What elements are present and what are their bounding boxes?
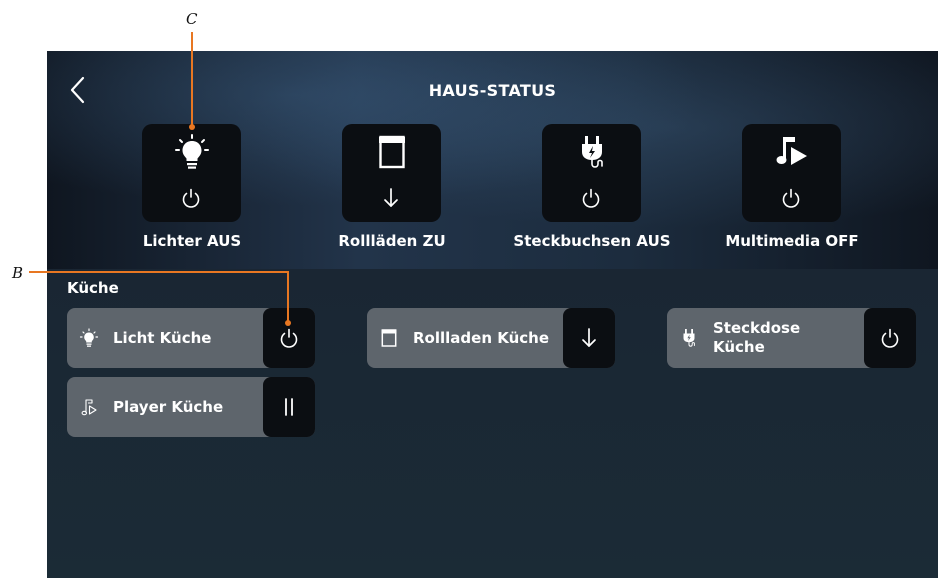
light-kitchen-power-button[interactable] [263,308,315,368]
shutter-icon [379,135,405,169]
multimedia-off-label: Multimedia OFF [725,232,859,250]
room-title: Küche [67,279,119,297]
touchscreen: HAUS-STATUS Lichter AUS Rollläden ZU Ste… [47,51,938,578]
shutters-down-label: Rollläden ZU [338,232,446,250]
power-icon [782,188,800,208]
power-icon [182,188,200,208]
shutter-kitchen-down-button[interactable] [563,308,615,368]
pause-icon [285,398,293,416]
callout-label-b: B [12,264,24,282]
plug-icon [683,329,695,347]
page-title: HAUS-STATUS [428,81,557,100]
lights-off-label: Lichter AUS [142,232,242,250]
music-play-icon [776,137,807,165]
music-note-icon [81,399,97,416]
light-kitchen-card[interactable]: Licht Küche [67,308,315,368]
socket-kitchen-card[interactable]: Steckdose Küche [667,308,916,368]
callout-label-c: C [186,10,198,28]
socket-kitchen-power-button[interactable] [864,308,916,368]
player-kitchen-label: Player Küche [113,398,224,416]
sockets-off-tile[interactable] [542,124,641,222]
arrow-down-icon [582,328,596,347]
shutter-kitchen-label: Rollladen Küche [413,329,549,347]
lightbulb-icon [175,134,209,169]
power-icon [582,188,600,208]
power-icon [881,328,899,348]
socket-kitchen-label-line2: Küche [713,338,765,356]
shutter-kitchen-card[interactable]: Rollladen Küche [367,308,615,368]
light-kitchen-label: Licht Küche [113,329,212,347]
socket-kitchen-label-line1: Steckdose [713,319,801,337]
power-icon [280,328,298,348]
arrow-down-icon [384,188,398,207]
player-kitchen-pause-button[interactable] [263,377,315,437]
plug-icon [582,136,603,168]
shutter-icon [381,329,397,347]
lightbulb-icon [79,328,99,347]
sockets-off-label: Steckbuchsen AUS [513,232,671,250]
socket-kitchen-label: Steckdose Küche [713,319,800,357]
player-kitchen-card[interactable]: Player Küche [67,377,315,437]
shutters-down-tile[interactable] [342,124,441,222]
multimedia-off-tile[interactable] [742,124,841,222]
lights-off-tile[interactable] [142,124,241,222]
